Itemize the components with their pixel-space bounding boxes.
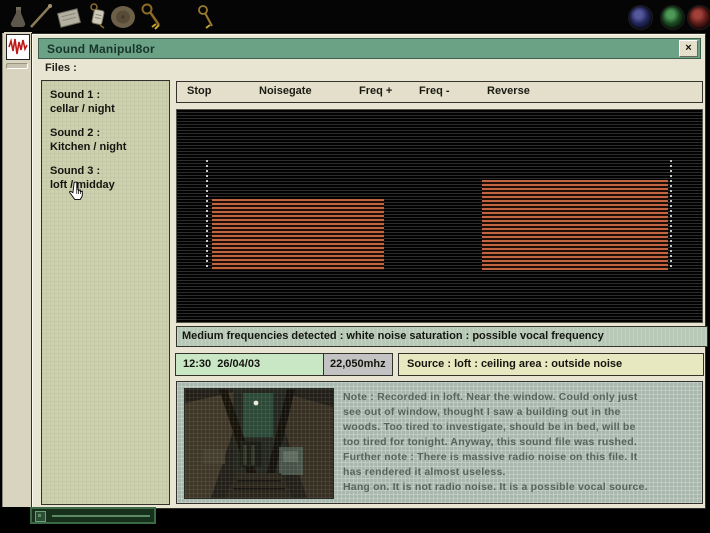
stop-button[interactable]: Stop (187, 85, 211, 97)
sound-3-item[interactable]: Sound 3 : loft / midday (42, 164, 169, 192)
inventory-wand-icon[interactable] (28, 3, 54, 34)
sound-2-item[interactable]: Sound 2 : Kitchen / night (42, 126, 169, 154)
close-button[interactable]: × (679, 40, 698, 57)
reverse-button[interactable]: Reverse (487, 85, 530, 97)
sound-manipul8or-window: Sound Manipul8or × Files : Sound 1 : cel… (31, 33, 706, 509)
waveform-display (176, 109, 703, 323)
sound-1-item[interactable]: Sound 1 : cellar / night (42, 88, 169, 116)
slider-track[interactable] (52, 515, 150, 517)
note-text: Note : Recorded in loft. Near the window… (343, 390, 695, 495)
title-bar[interactable]: Sound Manipul8or × (38, 38, 701, 59)
loft-photo (184, 388, 334, 499)
inventory-small-key-icon[interactable] (195, 5, 219, 36)
note-panel: Note : Recorded in loft. Near the window… (176, 381, 703, 504)
sound-file-icon[interactable] (6, 34, 30, 60)
inventory-paper-icon[interactable] (56, 7, 82, 34)
left-taskbar-strip (2, 33, 33, 507)
files-label: Files : (45, 62, 77, 74)
source-field: Source : loft : ceiling area : outside n… (398, 353, 704, 376)
volume-slider[interactable] (30, 507, 156, 524)
window-title: Sound Manipul8or (39, 42, 155, 56)
strip-divider (6, 63, 28, 69)
waveform-marker-right (670, 160, 672, 270)
effects-toolbar: Stop Noisegate Freq + Freq - Reverse (176, 81, 703, 103)
slider-handle-icon[interactable] (35, 511, 46, 522)
inventory-tag-key-icon[interactable] (86, 3, 110, 34)
sound-file-list: Sound 1 : cellar / night Sound 2 : Kitch… (41, 80, 170, 505)
hand-cursor-icon (68, 181, 86, 201)
blue-orb-button[interactable] (628, 5, 653, 30)
noise-burst-right (482, 180, 668, 270)
inventory-bottle-icon[interactable] (8, 7, 28, 34)
inventory-bar (0, 0, 710, 31)
timestamp-field: 12:30 26/04/03 (175, 353, 325, 376)
inventory-stone-icon[interactable] (110, 5, 136, 34)
freq-plus-button[interactable]: Freq + (359, 85, 392, 97)
red-orb-button[interactable] (687, 5, 710, 30)
photo-texture-overlay (185, 389, 333, 498)
sample-rate-field: 22,050mhz (323, 353, 393, 376)
noise-burst-left (212, 199, 384, 270)
analysis-status-bar: Medium frequencies detected : white nois… (176, 326, 708, 347)
green-orb-button[interactable] (660, 5, 685, 30)
freq-minus-button[interactable]: Freq - (419, 85, 450, 97)
waveform-marker-left (206, 160, 208, 270)
noisegate-button[interactable]: Noisegate (259, 85, 312, 97)
inventory-gold-key-icon[interactable] (138, 3, 164, 36)
